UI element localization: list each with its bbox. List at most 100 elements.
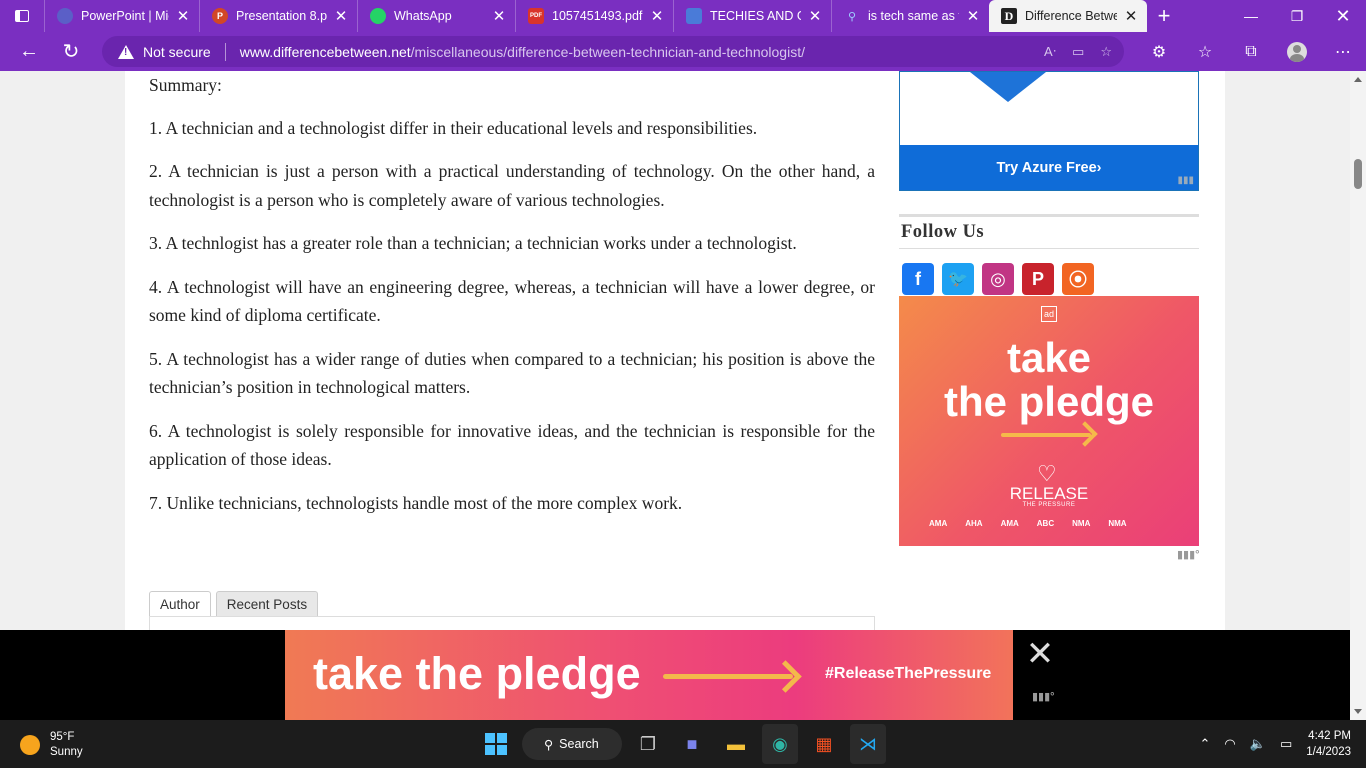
battery-icon[interactable]: ▭ [1280, 736, 1292, 752]
tab-author[interactable]: Author [149, 591, 211, 617]
clock[interactable]: 4:42 PM 1/4/2023 [1306, 728, 1351, 760]
wifi-icon[interactable]: ◠ [1224, 736, 1235, 752]
search-icon: ⚲ [544, 737, 554, 752]
tab-title: TECHIES AND GR [710, 9, 801, 23]
close-icon[interactable]: ✕ [807, 7, 823, 25]
edge-icon[interactable]: ◉ [762, 724, 798, 764]
close-icon[interactable]: ✕ [333, 7, 349, 25]
summary-point-2: 2. A technician is just a person with a … [149, 161, 875, 210]
close-icon[interactable]: ✕ [965, 7, 981, 25]
store-icon[interactable]: ▦ [806, 724, 842, 764]
page-viewport: Summary: 1. A technician and a technolog… [0, 71, 1350, 720]
settings-more-icon[interactable]: ⋯ [1320, 32, 1366, 71]
start-button[interactable] [478, 724, 514, 764]
scroll-up-icon[interactable] [1354, 77, 1362, 82]
twitter-icon[interactable]: 🐦 [942, 263, 974, 295]
release-logo: RELEASE [1009, 484, 1089, 503]
teams-chat-icon[interactable]: ■ [674, 724, 710, 764]
tab-whatsapp[interactable]: WhatsApp ✕ [357, 0, 515, 32]
close-icon[interactable]: ✕ [175, 7, 191, 25]
file-explorer-icon[interactable]: ▬ [718, 724, 754, 764]
tab-title: is tech same as te [868, 9, 959, 23]
tab-bar: PowerPoint | Micr ✕ P Presentation 8.pp … [0, 0, 1366, 32]
tab-title: PowerPoint | Micr [81, 9, 169, 23]
banner-hashtag: #ReleaseThePressure [825, 665, 992, 682]
scroll-thumb[interactable] [1354, 159, 1362, 189]
new-tab-button[interactable]: + [1147, 0, 1181, 32]
ad-choices-icon[interactable]: ▮▮▮° [1032, 690, 1055, 703]
tab-pdf[interactable]: PDF 1057451493.pdf ✕ [515, 0, 673, 32]
whatsapp-icon [370, 8, 386, 24]
tab-difference-between[interactable]: D Difference Betwe ✕ [989, 0, 1147, 32]
banner-headline: take the pledge [313, 648, 641, 699]
arrow-icon [663, 674, 793, 679]
system-tray: ⌃ ◠ 🔈 ▭ 4:42 PM 1/4/2023 [1200, 728, 1352, 760]
partner-logo: AHA [965, 519, 983, 528]
favorite-add-icon[interactable]: ☆ [1100, 44, 1112, 60]
tab-techies[interactable]: TECHIES AND GR ✕ [673, 0, 831, 32]
weather-condition: Sunny [50, 746, 83, 758]
site-favicon-icon: D [1001, 8, 1017, 24]
sticky-banner-ad[interactable]: take the pledge #ReleaseThePressure [285, 630, 1013, 720]
follow-us-section: Follow Us [899, 214, 1199, 249]
restore-button[interactable]: ❐ [1274, 0, 1320, 32]
tab-presentation[interactable]: P Presentation 8.pp ✕ [199, 0, 357, 32]
document-icon [686, 8, 702, 24]
rss-icon[interactable]: ⦿ [1062, 263, 1094, 295]
vscode-icon[interactable]: ⋊ [850, 724, 886, 764]
partner-logo: AMA [1000, 519, 1019, 528]
facebook-icon[interactable]: f [902, 263, 934, 295]
tab-recent-posts[interactable]: Recent Posts [215, 591, 319, 617]
summary-point-4: 4. A technologist will have an engineeri… [149, 276, 875, 326]
task-view-icon[interactable]: ❐ [630, 724, 666, 764]
tab-powerpoint[interactable]: PowerPoint | Micr ✕ [44, 0, 199, 32]
chevron-up-icon[interactable]: ⌃ [1200, 736, 1211, 752]
tab-actions-icon [15, 10, 29, 22]
ad-choices-icon[interactable]: ▮▮▮ [1177, 175, 1194, 186]
pinterest-icon[interactable]: P [1022, 263, 1054, 295]
partner-logo: NMA [1072, 519, 1091, 528]
pledge-headline: take the pledge [899, 336, 1199, 424]
close-icon[interactable]: ✕ [491, 7, 507, 25]
instagram-icon[interactable]: ◎ [982, 263, 1014, 295]
scroll-down-icon[interactable] [1354, 709, 1362, 714]
scrollbar[interactable] [1350, 71, 1366, 720]
navigation-bar: ← ↻ Not secure www.differencebetween.net… [0, 32, 1366, 71]
window-close-button[interactable]: ✕ [1320, 0, 1366, 32]
tab-title: WhatsApp [394, 9, 452, 23]
collections-icon[interactable]: ⧉ [1228, 32, 1274, 71]
sun-icon [20, 735, 40, 755]
article-body: Summary: 1. A technician and a technolog… [149, 71, 875, 532]
tab-actions-button[interactable] [0, 0, 44, 32]
profile-button[interactable] [1274, 32, 1320, 71]
read-aloud-icon[interactable]: Aᐧ [1044, 44, 1056, 60]
release-subtitle: THE PRESSURE [1022, 502, 1076, 508]
favorites-icon[interactable]: ☆ [1182, 32, 1228, 71]
tab-title: 1057451493.pdf [552, 9, 643, 23]
temperature: 95°F [50, 731, 75, 743]
security-label[interactable]: Not secure [143, 44, 211, 60]
weather-widget[interactable]: 95°F Sunny [20, 730, 83, 760]
address-bar[interactable]: Not secure www.differencebetween.net/mis… [102, 36, 1124, 67]
back-button[interactable]: ← [8, 32, 50, 71]
partner-logo: AMA [929, 519, 948, 528]
minimize-button[interactable]: — [1228, 0, 1274, 32]
extensions-icon[interactable]: ⚙ [1136, 32, 1182, 71]
azure-cta-button[interactable]: Try Azure Free› [900, 145, 1198, 190]
ad-choices-icon[interactable]: ▮▮▮° [1177, 548, 1200, 561]
powerpoint-icon [57, 8, 73, 24]
summary-title: Summary: [149, 75, 222, 95]
close-ad-button[interactable]: ✕ [1024, 637, 1056, 672]
azure-ad[interactable]: Try Azure Free› ▮▮▮ [899, 71, 1199, 191]
volume-icon[interactable]: 🔈 [1250, 736, 1266, 752]
pledge-sidebar-ad[interactable]: ad take the pledge ♡ RELEASE THE PRESSUR… [899, 296, 1199, 546]
immersive-reader-icon[interactable]: ▭ [1072, 44, 1084, 60]
close-icon[interactable]: ✕ [1123, 7, 1139, 25]
tab-title: Presentation 8.pp [236, 9, 327, 23]
close-icon[interactable]: ✕ [649, 7, 665, 25]
summary-point-6: 6. A technologist is solely responsible … [149, 420, 875, 470]
taskbar-search[interactable]: ⚲ Search [522, 728, 622, 760]
tab-search[interactable]: ⚲ is tech same as te ✕ [831, 0, 989, 32]
refresh-button[interactable]: ↻ [50, 32, 92, 71]
avatar [1287, 41, 1307, 62]
